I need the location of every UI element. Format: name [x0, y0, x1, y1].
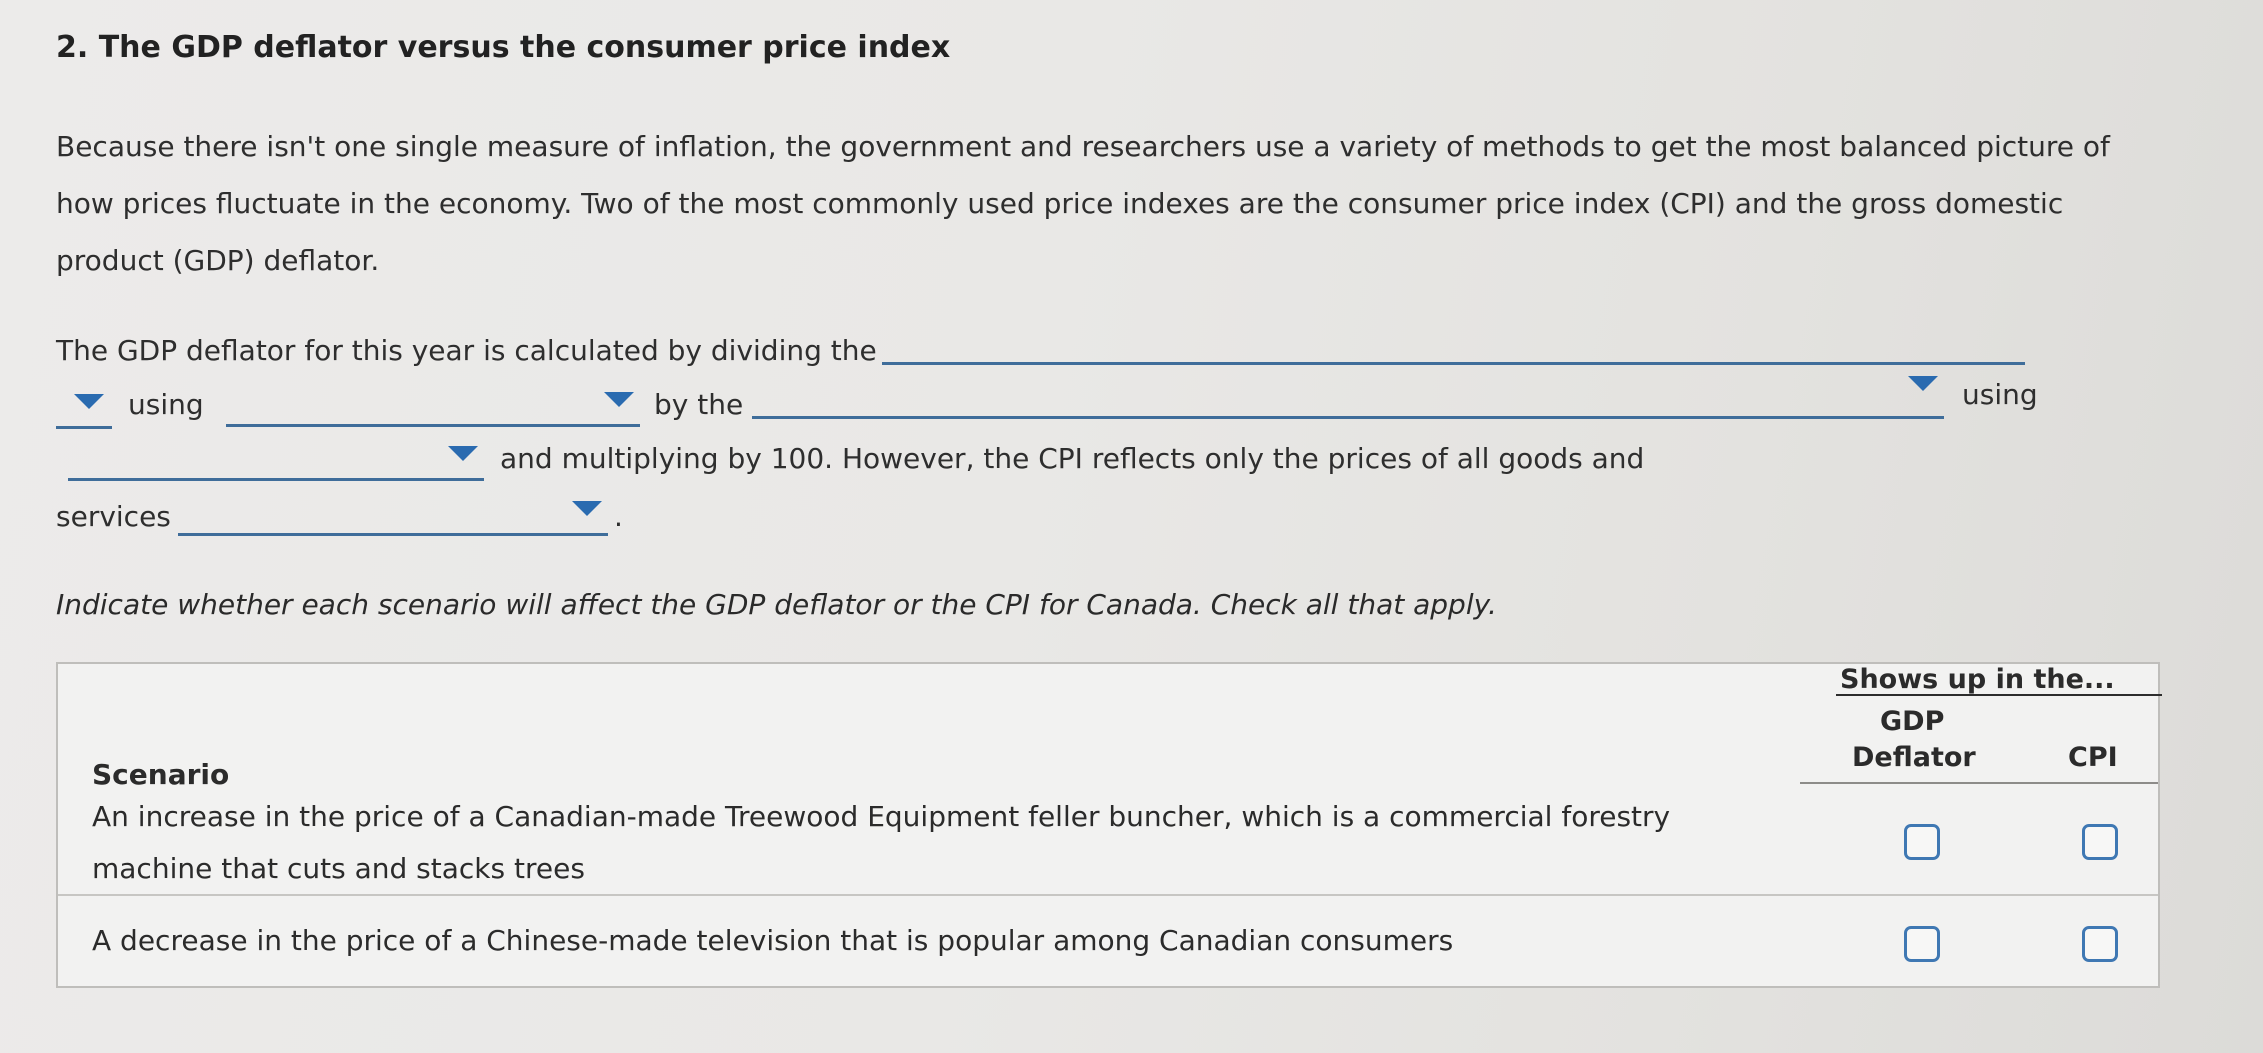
row-divider [58, 894, 2158, 896]
group-header-rule [1836, 694, 2162, 696]
col-gdp-line1: GDP [1880, 706, 1945, 737]
row-1-cpi-checkbox[interactable] [2082, 824, 2118, 860]
sentence-part-3: by the [654, 388, 744, 421]
chevron-down-icon [572, 501, 602, 516]
intro-paragraph: Because there isn't one single measure o… [56, 130, 2110, 277]
chevron-down-icon [604, 392, 634, 407]
dropdown-4[interactable] [68, 438, 484, 481]
dropdown-5[interactable] [178, 493, 608, 536]
dropdown-3[interactable] [752, 376, 1944, 419]
sentence-part-1: The GDP deflator for this year is calcul… [56, 334, 877, 367]
row-2-gdp-checkbox[interactable] [1904, 926, 1940, 962]
sentence-part-6: services [56, 500, 171, 533]
instruction-text: Indicate whether each scenario will affe… [56, 588, 1497, 621]
row-2-text: A decrease in the price of a Chinese-mad… [92, 924, 1454, 957]
chevron-down-icon [74, 394, 104, 409]
sentence-part-4: using [1962, 378, 2038, 411]
scenario-table: Shows up in the... GDP Deflator CPI Scen… [56, 662, 2162, 988]
sentence-period: . [614, 500, 623, 533]
col-gdp-line2: Deflator [1852, 742, 1976, 773]
sentence-part-2: using [128, 388, 204, 421]
header-rule [1800, 782, 2158, 784]
dropdown-2[interactable] [226, 384, 640, 427]
dropdown-1[interactable] [882, 322, 2025, 365]
col-cpi: CPI [2068, 742, 2118, 773]
row-2-cpi-checkbox[interactable] [2082, 926, 2118, 962]
question-title: 2. The GDP deflator versus the consumer … [56, 30, 951, 65]
chevron-down-icon [448, 446, 478, 461]
sentence-part-5: and multiplying by 100. However, the CPI… [500, 442, 1645, 475]
dropdown-1-continued[interactable] [56, 386, 112, 429]
chevron-down-icon [1908, 376, 1938, 391]
group-header: Shows up in the... [1840, 664, 2115, 695]
row-1-gdp-checkbox[interactable] [1904, 824, 1940, 860]
row-1-text-line2: machine that cuts and stacks trees [92, 852, 585, 885]
